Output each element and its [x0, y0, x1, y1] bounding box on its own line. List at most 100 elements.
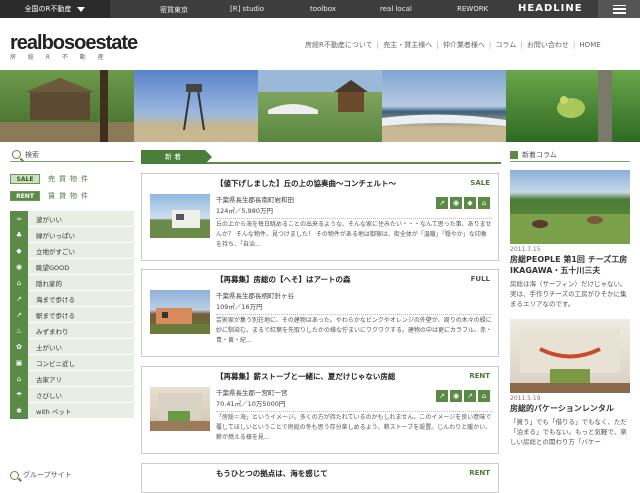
chevron-down-icon — [77, 6, 86, 12]
rent-filter[interactable]: RENT 賃貸物件 — [10, 189, 134, 203]
column-image[interactable] — [510, 170, 630, 244]
listing-description: 「房総＝海」というイメージ。多くの方が持たれているのかもしれません。このイメージ… — [216, 414, 492, 441]
global-nav: 房総R不動産について | 売主・貸主様へ | 仲介業者様へ | コラム | お問い合わせ… — [305, 41, 601, 49]
listing-location: 千葉県長生郡長柄町針ヶ谷 — [216, 292, 294, 300]
gnav-about[interactable]: 房総R不動産について — [305, 41, 373, 49]
category-item[interactable]: ♣ 緑がいっぱい — [10, 226, 134, 243]
category-item[interactable]: ♨ みずまわり — [10, 322, 134, 339]
region-select[interactable]: 全国のR不動産 — [0, 0, 110, 18]
search-title: 検索 — [10, 148, 134, 162]
gnav-agents[interactable]: 仲介業者様へ — [443, 41, 485, 49]
category-item[interactable]: ⌂ 隠れ家的 — [10, 274, 134, 291]
listing-feature-icons: ↗ ◉ ↗ ⌂ — [436, 390, 490, 402]
listing-title[interactable]: 【値下げしました】丘の上の協奏曲〜コンチェルト〜 — [216, 178, 396, 189]
store-icon: ▣ — [10, 354, 28, 371]
category-item[interactable]: ▣ コンビニ近し — [10, 354, 134, 371]
listing-thumbnail[interactable] — [150, 194, 210, 238]
category-item[interactable]: ✱ with ペット — [10, 402, 134, 419]
lonely-icon: ☂ — [10, 386, 28, 403]
eye-icon: ◉ — [450, 197, 462, 209]
category-label: 駅まで歩ける — [36, 311, 75, 320]
category-item[interactable]: ☂ さびしい — [10, 386, 134, 403]
category-item[interactable]: ◆ 立地がすごい — [10, 242, 134, 259]
listing-badge: SALE — [470, 179, 490, 187]
listing-card[interactable]: 【値下げしました】丘の上の協奏曲〜コンチェルト〜 SALE 千葉県長生郡長南町岩… — [141, 173, 499, 261]
eye-icon: ◉ — [10, 258, 28, 275]
listing-location: 千葉県長生郡長南町岩和田 — [216, 196, 294, 204]
category-label: みずまわり — [36, 327, 69, 336]
topnav-link[interactable]: real local — [380, 5, 412, 13]
site-logo-sub: 房 総 R 不 動 産 — [10, 54, 109, 61]
gnav-home[interactable]: HOME — [579, 41, 600, 49]
category-label: 眺望GOOD — [36, 263, 70, 272]
location-icon: ◆ — [10, 242, 28, 259]
category-label: 古家アリ — [36, 375, 62, 384]
listing-thumbnail[interactable] — [150, 290, 210, 334]
listing-badge: RENT — [469, 372, 490, 380]
listing-card[interactable]: 【再募集】薪ストーブと一緒に、夏だけじゃない房総 RENT 千葉県長生郡一宮町一… — [141, 366, 499, 454]
gnav-column[interactable]: コラム — [495, 41, 516, 49]
sale-label: 売買物件 — [48, 175, 92, 183]
column-image[interactable] — [510, 319, 630, 393]
hero-photo-frog — [506, 70, 640, 142]
listing-title[interactable]: 【再募集】薪ストーブと一緒に、夏だけじゃない房総 — [216, 371, 395, 382]
hero-photo-cabin — [0, 70, 134, 142]
group-site-label: グループサイト — [23, 471, 72, 479]
headline-link[interactable]: HEADLINE — [518, 3, 583, 14]
house-icon: ⌂ — [10, 274, 28, 291]
category-label: コンビニ近し — [36, 359, 75, 368]
walk-station-icon: ↗ — [10, 306, 28, 323]
globe-icon — [10, 470, 19, 480]
rent-label: 賃貸物件 — [48, 192, 92, 200]
category-item[interactable]: ⌂ 古家アリ — [10, 370, 134, 387]
category-item[interactable]: ↗ 海まで歩ける — [10, 290, 134, 307]
hero-photo-tower — [134, 70, 258, 142]
gnav-owners[interactable]: 売主・貸主様へ — [383, 41, 432, 49]
sale-filter[interactable]: SALE 売買物件 — [10, 172, 134, 186]
category-label: with ペット — [36, 407, 72, 416]
rent-tag: RENT — [10, 191, 40, 201]
wave-icon: ≈ — [10, 210, 28, 227]
listing-description: 丘の上から海を毎日眺めることの出来るような、そんな家に住みたい・・・なんて思った… — [216, 221, 492, 248]
column-text: 「買う」でも「借りる」でもなく、ただ「泊まる」でもない。もっと気軽で、楽しい房総… — [510, 418, 627, 446]
column-title[interactable]: 房総PEOPLE 第1回 チーズ工房IKAGAWA・五十川三夫 — [510, 254, 630, 276]
walk-icon: ↗ — [436, 197, 448, 209]
divider — [216, 411, 492, 412]
topnav-link[interactable]: 密買東京 — [160, 5, 188, 15]
category-label: さびしい — [36, 391, 62, 400]
sprout-icon: ✿ — [10, 338, 28, 355]
house-icon: ⌂ — [478, 197, 490, 209]
menu-button[interactable] — [598, 0, 640, 18]
category-list: ≈ 波がいい ♣ 緑がいっぱい ◆ 立地がすごい ◉ 眺望GOOD ⌂ 隠れ家的 ↗ 海まで… — [10, 210, 134, 419]
group-site-link[interactable]: グループサイト — [10, 470, 72, 480]
category-item[interactable]: ◉ 眺望GOOD — [10, 258, 134, 275]
house-icon: ⌂ — [478, 390, 490, 402]
divider — [216, 218, 492, 219]
category-item[interactable]: ≈ 波がいい — [10, 210, 134, 227]
listing-title[interactable]: 【再募集】房総の【へそ】はアートの森 — [216, 274, 351, 285]
column-title[interactable]: 房総的バケーションレンタル — [510, 403, 630, 414]
walk-icon: ↗ — [436, 390, 448, 402]
listing-description: 芸術家が集う別荘地に、その建物はあった。やわらかなピンクやオレンジの外壁が、周り… — [216, 317, 492, 344]
column-icon — [510, 150, 518, 159]
water-icon: ♨ — [10, 322, 28, 339]
topnav-link[interactable]: REWORK — [457, 5, 488, 13]
listing-price: 70.41㎡／10万5000円 — [216, 400, 286, 408]
listing-card[interactable]: 【再募集】房総の【へそ】はアートの森 FULL 千葉県長生郡長柄町針ヶ谷 109… — [141, 269, 499, 357]
category-item[interactable]: ↗ 駅まで歩ける — [10, 306, 134, 323]
tree-icon: ♣ — [10, 226, 28, 243]
walk-beach-icon: ↗ — [10, 290, 28, 307]
listing-title[interactable]: もうひとつの拠点は、海を感じて — [216, 468, 328, 479]
column-date: 2011.5.19 — [510, 395, 541, 402]
topnav-link[interactable]: toolbox — [310, 5, 336, 13]
listing-card[interactable]: もうひとつの拠点は、海を感じて RENT — [141, 463, 499, 493]
category-item[interactable]: ✿ 土がいい — [10, 338, 134, 355]
old-house-icon: ⌂ — [10, 370, 28, 387]
walk-station-icon: ↗ — [464, 390, 476, 402]
listing-thumbnail[interactable] — [150, 387, 210, 431]
hamburger-icon — [612, 4, 626, 14]
listing-feature-icons: ↗ ◉ ◆ ⌂ — [436, 197, 490, 209]
gnav-contact[interactable]: お問い合わせ — [527, 41, 569, 49]
new-column-label: 新着コラム — [522, 150, 557, 159]
topnav-link[interactable]: [R] studio — [230, 5, 264, 13]
